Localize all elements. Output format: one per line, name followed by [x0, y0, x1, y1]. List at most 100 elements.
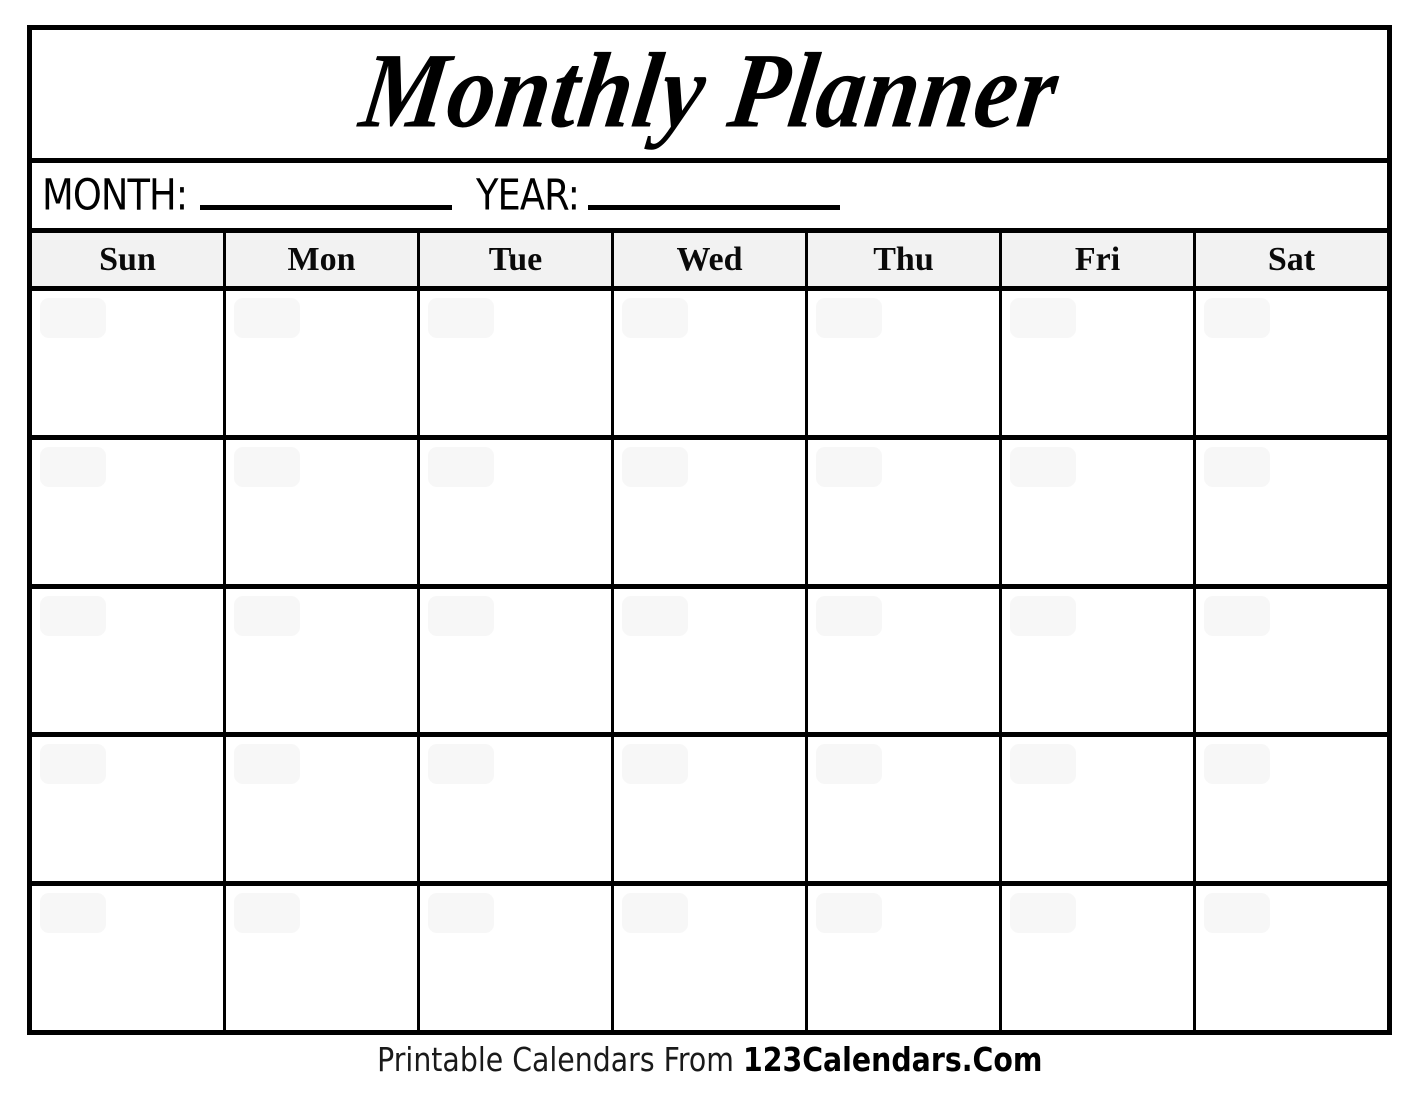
day-cell[interactable]: [1002, 439, 1196, 584]
date-number-slot: [40, 595, 106, 636]
day-cell[interactable]: [808, 588, 1002, 733]
day-cell[interactable]: [614, 588, 808, 733]
day-cell[interactable]: [1196, 886, 1387, 1030]
day-cell[interactable]: [226, 737, 420, 882]
footer-prefix: Printable Calendars From: [377, 1040, 744, 1079]
month-label: MONTH:: [42, 170, 188, 220]
weekday-header-row: Sun Mon Tue Wed Thu Fri Sat: [32, 233, 1387, 291]
date-number-slot: [234, 595, 300, 636]
date-number-slot: [234, 893, 300, 934]
day-cell[interactable]: [1002, 291, 1196, 435]
day-cell[interactable]: [226, 588, 420, 733]
footer: Printable Calendars From 123Calendars.Co…: [0, 1043, 1420, 1076]
calendar-grid: [32, 291, 1387, 1030]
weekday-label: Fri: [1074, 240, 1121, 278]
date-number-slot: [40, 744, 106, 785]
date-number-slot: [816, 595, 882, 636]
day-cell[interactable]: [420, 737, 614, 882]
date-number-slot: [622, 298, 688, 338]
day-cell[interactable]: [32, 291, 226, 435]
calendar-week-row: [32, 439, 1387, 589]
day-cell[interactable]: [808, 291, 1002, 435]
footer-text-wrapper: Printable Calendars From 123Calendars.Co…: [377, 1043, 1042, 1076]
planner-container: Monthly Planner MONTH: YEAR: Sun Mon Tue: [27, 25, 1392, 1035]
day-cell[interactable]: [226, 291, 420, 435]
date-number-slot: [428, 595, 494, 636]
date-number-slot: [234, 298, 300, 338]
day-cell[interactable]: [1002, 588, 1196, 733]
weekday-label: Wed: [676, 240, 743, 278]
weekday-label: Tue: [488, 240, 543, 278]
day-cell[interactable]: [32, 588, 226, 733]
day-cell[interactable]: [808, 886, 1002, 1030]
date-number-slot: [1010, 298, 1076, 338]
date-number-slot: [1204, 893, 1270, 934]
day-cell[interactable]: [1196, 588, 1387, 733]
day-cell[interactable]: [614, 439, 808, 584]
date-number-slot: [1010, 595, 1076, 636]
day-cell[interactable]: [420, 439, 614, 584]
day-cell[interactable]: [226, 886, 420, 1030]
date-number-slot: [816, 893, 882, 934]
date-number-slot: [1204, 595, 1270, 636]
date-number-slot: [1204, 298, 1270, 338]
date-number-slot: [40, 298, 106, 338]
day-cell[interactable]: [1196, 439, 1387, 584]
day-cell[interactable]: [420, 291, 614, 435]
weekday-label: Sun: [99, 240, 156, 278]
date-number-slot: [622, 893, 688, 934]
date-number-slot: [816, 298, 882, 338]
calendar-week-row: [32, 737, 1387, 887]
date-number-slot: [1204, 446, 1270, 487]
weekday-header-sun: Sun: [32, 233, 226, 286]
weekday-header-sat: Sat: [1196, 233, 1387, 286]
day-cell[interactable]: [1196, 737, 1387, 882]
day-cell[interactable]: [420, 886, 614, 1030]
footer-brand-link[interactable]: 123Calendars.Com: [743, 1040, 1042, 1079]
year-input[interactable]: [588, 175, 841, 210]
day-cell[interactable]: [614, 737, 808, 882]
weekday-header-fri: Fri: [1002, 233, 1196, 286]
page-title: Monthly Planner: [354, 30, 1067, 150]
weekday-header-wed: Wed: [614, 233, 808, 286]
year-field-group: YEAR:: [475, 170, 841, 220]
date-number-slot: [816, 446, 882, 487]
date-number-slot: [234, 446, 300, 487]
calendar-week-row: [32, 886, 1387, 1030]
weekday-label: Mon: [287, 240, 356, 278]
date-number-slot: [428, 744, 494, 785]
date-number-slot: [428, 446, 494, 487]
weekday-header-mon: Mon: [226, 233, 420, 286]
month-input[interactable]: [199, 175, 452, 210]
date-number-slot: [622, 744, 688, 785]
day-cell[interactable]: [32, 886, 226, 1030]
year-label: YEAR:: [475, 170, 580, 220]
planner-page: Monthly Planner MONTH: YEAR: Sun Mon Tue: [0, 0, 1420, 1098]
date-number-slot: [1204, 744, 1270, 785]
calendar-week-row: [32, 588, 1387, 738]
day-cell[interactable]: [614, 291, 808, 435]
day-cell[interactable]: [808, 439, 1002, 584]
day-cell[interactable]: [226, 439, 420, 584]
day-cell[interactable]: [420, 588, 614, 733]
date-number-slot: [1010, 446, 1076, 487]
day-cell[interactable]: [614, 886, 808, 1030]
day-cell[interactable]: [32, 439, 226, 584]
date-number-slot: [428, 298, 494, 338]
title-band: Monthly Planner: [32, 30, 1387, 163]
weekday-header-tue: Tue: [420, 233, 614, 286]
day-cell[interactable]: [1002, 886, 1196, 1030]
day-cell[interactable]: [1002, 737, 1196, 882]
month-year-band: MONTH: YEAR:: [32, 163, 1387, 233]
date-number-slot: [428, 893, 494, 934]
day-cell[interactable]: [808, 737, 1002, 882]
date-number-slot: [1010, 893, 1076, 934]
date-number-slot: [40, 893, 106, 934]
date-number-slot: [622, 446, 688, 487]
day-cell[interactable]: [1196, 291, 1387, 435]
day-cell[interactable]: [32, 737, 226, 882]
date-number-slot: [622, 595, 688, 636]
date-number-slot: [234, 744, 300, 785]
month-field-group: MONTH:: [42, 170, 452, 220]
date-number-slot: [40, 446, 106, 487]
